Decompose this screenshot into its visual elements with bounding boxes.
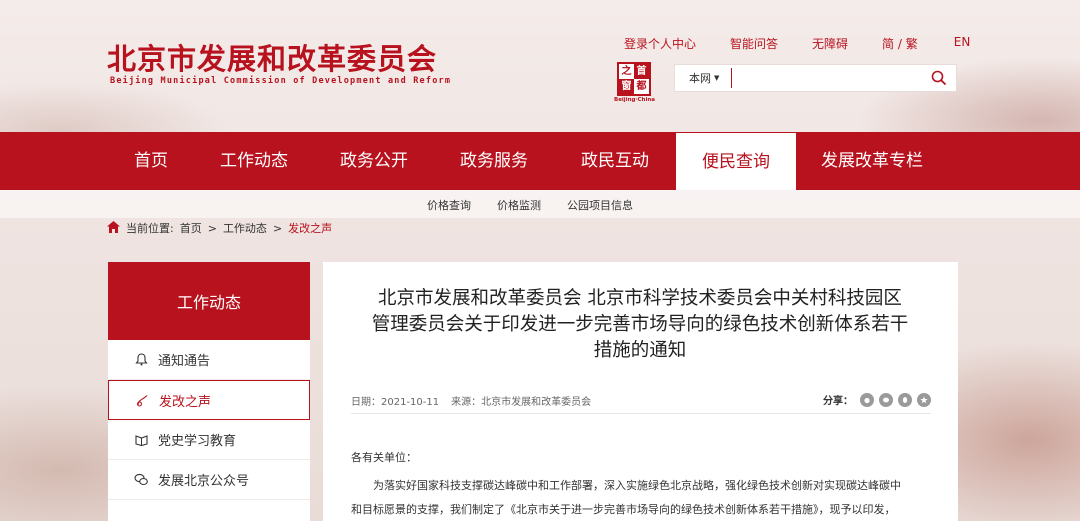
- article-paragraph-line: 为落实好国家科技支撑碳达峰碳中和工作部署，深入实施绿色北京战略，强化绿色技术创新…: [373, 479, 901, 492]
- accessibility-link[interactable]: 无障碍: [812, 35, 848, 52]
- share-bar: 分享：: [823, 392, 931, 407]
- nav-home[interactable]: 首页: [118, 132, 184, 190]
- breadcrumb-separator: >: [207, 221, 217, 235]
- article-paragraph-line: 和目标愿景的支撑，我们制定了《北京市关于进一步完善市场导向的绿色技术创新体系若干…: [351, 503, 896, 516]
- subnav-price-monitor[interactable]: 价格监测: [497, 190, 541, 221]
- seal-caption: Beijing·China: [614, 97, 655, 103]
- subnav-price-query[interactable]: 价格查询: [427, 190, 471, 221]
- sidebar-item-label: 发展北京公众号: [158, 474, 250, 489]
- search-box: 本网 ▼: [674, 64, 957, 92]
- trumpet-icon: [135, 393, 149, 407]
- wechat-share-icon[interactable]: [879, 392, 893, 407]
- sidebar: 工作动态 通知通告 发改之声 党史学习教育 发展北京公众号: [108, 262, 310, 521]
- home-icon: [107, 220, 120, 236]
- breadcrumb-separator: >: [272, 221, 283, 235]
- nav-work-news[interactable]: 工作动态: [208, 132, 300, 190]
- nav-gov-services[interactable]: 政务服务: [448, 132, 540, 190]
- weibo-icon[interactable]: [860, 392, 874, 407]
- smart-qa-link[interactable]: 智能问答: [730, 35, 778, 52]
- sidebar-item-party-history[interactable]: 党史学习教育: [108, 420, 310, 460]
- sidebar-item-reform-voice[interactable]: 发改之声: [108, 380, 310, 420]
- breadcrumb: 当前位置: 首页 > 工作动态 > 发改之声: [107, 219, 332, 237]
- search-scope-select[interactable]: 本网 ▼: [675, 70, 731, 86]
- sidebar-item-label: 通知通告: [158, 354, 211, 369]
- article-source: 来源：北京市发展和改革委员会: [451, 396, 592, 408]
- login-link[interactable]: 登录个人中心: [624, 35, 696, 52]
- sidebar-heading: 工作动态: [108, 262, 310, 340]
- qzone-icon[interactable]: [917, 392, 931, 407]
- breadcrumb-work-news[interactable]: 工作动态: [223, 220, 267, 236]
- main-nav: 首页 工作动态 政务公开 政务服务 政民互动 便民查询 发展改革专栏: [0, 132, 1080, 190]
- nav-gov-affairs-open[interactable]: 政务公开: [328, 132, 420, 190]
- breadcrumb-prefix: 当前位置:: [126, 222, 174, 235]
- nav-reform-column[interactable]: 发展改革专栏: [810, 132, 934, 190]
- article-panel: 北京市发展和改革委员会 北京市科学技术委员会中关村科技园区 管理委员会关于印发进…: [323, 262, 958, 521]
- sidebar-item-label: 发改之声: [159, 394, 212, 410]
- sidebar-item-label: 党史学习教育: [158, 434, 237, 449]
- search-input[interactable]: [731, 68, 922, 88]
- bell-icon: [134, 353, 148, 367]
- site-header: 北京市发展和改革委员会 Beijing Municipal Commission…: [0, 0, 1080, 132]
- nav-convenience-query[interactable]: 便民查询: [676, 133, 796, 190]
- capital-window-seal-logo[interactable]: 之 首 窗 都 Beijing·China: [614, 62, 655, 104]
- top-links: 登录个人中心 智能问答 无障碍 简 / 繁 EN: [620, 35, 970, 52]
- wechat-icon: [134, 473, 148, 487]
- article-body: 各有关单位： 为落实好国家科技支撑碳达峰碳中和工作部署，深入实施绿色北京战略，强…: [351, 446, 931, 521]
- caret-down-icon: ▼: [714, 74, 720, 82]
- english-link[interactable]: EN: [954, 35, 971, 52]
- share-label: 分享：: [823, 396, 853, 407]
- sidebar-item-notices[interactable]: 通知通告: [108, 340, 310, 380]
- qq-icon[interactable]: [898, 392, 912, 407]
- article-date: 日期：2021-10-11: [351, 396, 440, 408]
- article-salutation: 各有关单位：: [351, 451, 417, 464]
- article-title: 北京市发展和改革委员会 北京市科学技术委员会中关村科技园区 管理委员会关于印发进…: [371, 288, 909, 361]
- site-logo-subtitle: Beijing Municipal Commission of Developm…: [110, 76, 452, 86]
- seal-icon: 之 首 窗 都: [617, 62, 651, 96]
- site-logo-title[interactable]: 北京市发展和改革委员会: [107, 36, 437, 78]
- nav-public-interaction[interactable]: 政民互动: [569, 132, 661, 190]
- meta-divider: [351, 413, 931, 414]
- book-icon: [134, 433, 148, 447]
- sidebar-item-wechat-account[interactable]: 发展北京公众号: [108, 460, 310, 500]
- breadcrumb-home[interactable]: 首页: [180, 220, 202, 236]
- article-meta: 日期：2021-10-11 来源：北京市发展和改革委员会 分享：: [351, 392, 931, 408]
- language-simp-trad-link[interactable]: 简 / 繁: [882, 35, 918, 52]
- subnav-park-project-info[interactable]: 公园项目信息: [567, 190, 633, 221]
- search-icon[interactable]: [922, 64, 956, 92]
- sub-nav: 价格查询 价格监测 公园项目信息: [0, 190, 1080, 218]
- breadcrumb-current: 发改之声: [288, 222, 333, 235]
